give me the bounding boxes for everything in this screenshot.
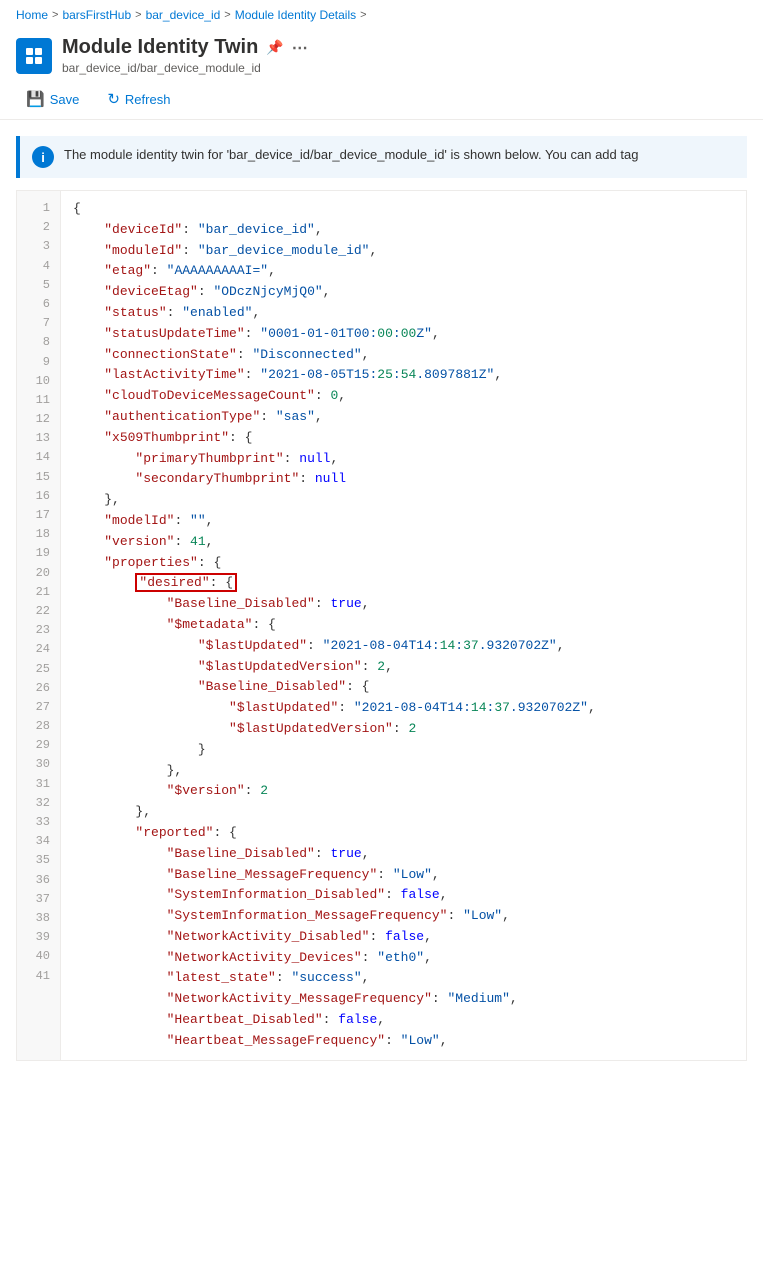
code-line-1: {	[73, 199, 734, 220]
code-line-8: "connectionState": "Disconnected",	[73, 345, 734, 366]
code-line-30: },	[73, 802, 734, 823]
code-area[interactable]: { "deviceId": "bar_device_id", "moduleId…	[61, 191, 746, 1060]
page-subtitle: bar_device_id/bar_device_module_id	[62, 61, 308, 75]
breadcrumb-module-identity[interactable]: Module Identity Details	[235, 8, 356, 22]
code-line-29: "$version": 2	[73, 781, 734, 802]
page-title: Module Identity Twin 📌 ⋯	[62, 36, 308, 59]
code-line-7: "statusUpdateTime": "0001-01-01T00:00:00…	[73, 324, 734, 345]
toolbar: 💾 Save ↻ Refresh	[0, 79, 763, 120]
code-line-28: },	[73, 761, 734, 782]
page-header: Module Identity Twin 📌 ⋯ bar_device_id/b…	[0, 30, 763, 79]
save-icon: 💾	[26, 90, 45, 108]
code-line-9: "lastActivityTime": "2021-08-05T15:25:54…	[73, 365, 734, 386]
code-line-14: "secondaryThumbprint": null	[73, 469, 734, 490]
code-line-13: "primaryThumbprint": null,	[73, 449, 734, 470]
code-line-39: "NetworkActivity_MessageFrequency": "Med…	[73, 989, 734, 1010]
code-line-6: "status": "enabled",	[73, 303, 734, 324]
code-line-34: "SystemInformation_Disabled": false,	[73, 885, 734, 906]
code-line-36: "NetworkActivity_Disabled": false,	[73, 927, 734, 948]
code-line-18: "properties": {	[73, 553, 734, 574]
code-line-12: "x509Thumbprint": {	[73, 428, 734, 449]
code-line-25: "$lastUpdated": "2021-08-04T14:14:37.932…	[73, 698, 734, 719]
breadcrumb-hub[interactable]: barsFirstHub	[62, 8, 131, 22]
info-banner-text: The module identity twin for 'bar_device…	[64, 146, 638, 164]
code-line-40: "Heartbeat_Disabled": false,	[73, 1010, 734, 1031]
code-line-41: "Heartbeat_MessageFrequency": "Low",	[73, 1031, 734, 1052]
code-line-5: "deviceEtag": "ODczNjcyMjQ0",	[73, 282, 734, 303]
code-line-31: "reported": {	[73, 823, 734, 844]
code-line-10: "cloudToDeviceMessageCount": 0,	[73, 386, 734, 407]
pin-icon[interactable]: 📌	[266, 39, 283, 56]
breadcrumb-device[interactable]: bar_device_id	[146, 8, 221, 22]
info-icon: i	[32, 146, 54, 168]
info-banner: i The module identity twin for 'bar_devi…	[16, 136, 747, 178]
code-line-27: }	[73, 740, 734, 761]
code-line-20: "Baseline_Disabled": true,	[73, 594, 734, 615]
code-line-17: "version": 41,	[73, 532, 734, 553]
code-line-35: "SystemInformation_MessageFrequency": "L…	[73, 906, 734, 927]
code-line-15: },	[73, 490, 734, 511]
code-line-23: "$lastUpdatedVersion": 2,	[73, 657, 734, 678]
code-line-19: "desired": {	[73, 573, 734, 594]
breadcrumb-home[interactable]: Home	[16, 8, 48, 22]
code-line-32: "Baseline_Disabled": true,	[73, 844, 734, 865]
code-line-26: "$lastUpdatedVersion": 2	[73, 719, 734, 740]
code-line-22: "$lastUpdated": "2021-08-04T14:14:37.932…	[73, 636, 734, 657]
code-line-38: "latest_state": "success",	[73, 968, 734, 989]
refresh-button[interactable]: ↻ Refresh	[97, 85, 180, 113]
code-line-3: "moduleId": "bar_device_module_id",	[73, 241, 734, 262]
refresh-icon: ↻	[107, 90, 120, 108]
code-line-37: "NetworkActivity_Devices": "eth0",	[73, 948, 734, 969]
line-numbers: 1234567891011121314151617181920212223242…	[17, 191, 61, 1060]
code-line-2: "deviceId": "bar_device_id",	[73, 220, 734, 241]
code-line-33: "Baseline_MessageFrequency": "Low",	[73, 865, 734, 886]
more-options-icon[interactable]: ⋯	[292, 38, 308, 58]
module-twin-icon	[16, 38, 52, 74]
code-line-4: "etag": "AAAAAAAAAI=",	[73, 261, 734, 282]
code-line-24: "Baseline_Disabled": {	[73, 677, 734, 698]
code-line-16: "modelId": "",	[73, 511, 734, 532]
save-button[interactable]: 💾 Save	[16, 85, 89, 113]
code-line-11: "authenticationType": "sas",	[73, 407, 734, 428]
code-line-21: "$metadata": {	[73, 615, 734, 636]
breadcrumb: Home > barsFirstHub > bar_device_id > Mo…	[0, 0, 763, 30]
json-editor[interactable]: 1234567891011121314151617181920212223242…	[16, 190, 747, 1061]
